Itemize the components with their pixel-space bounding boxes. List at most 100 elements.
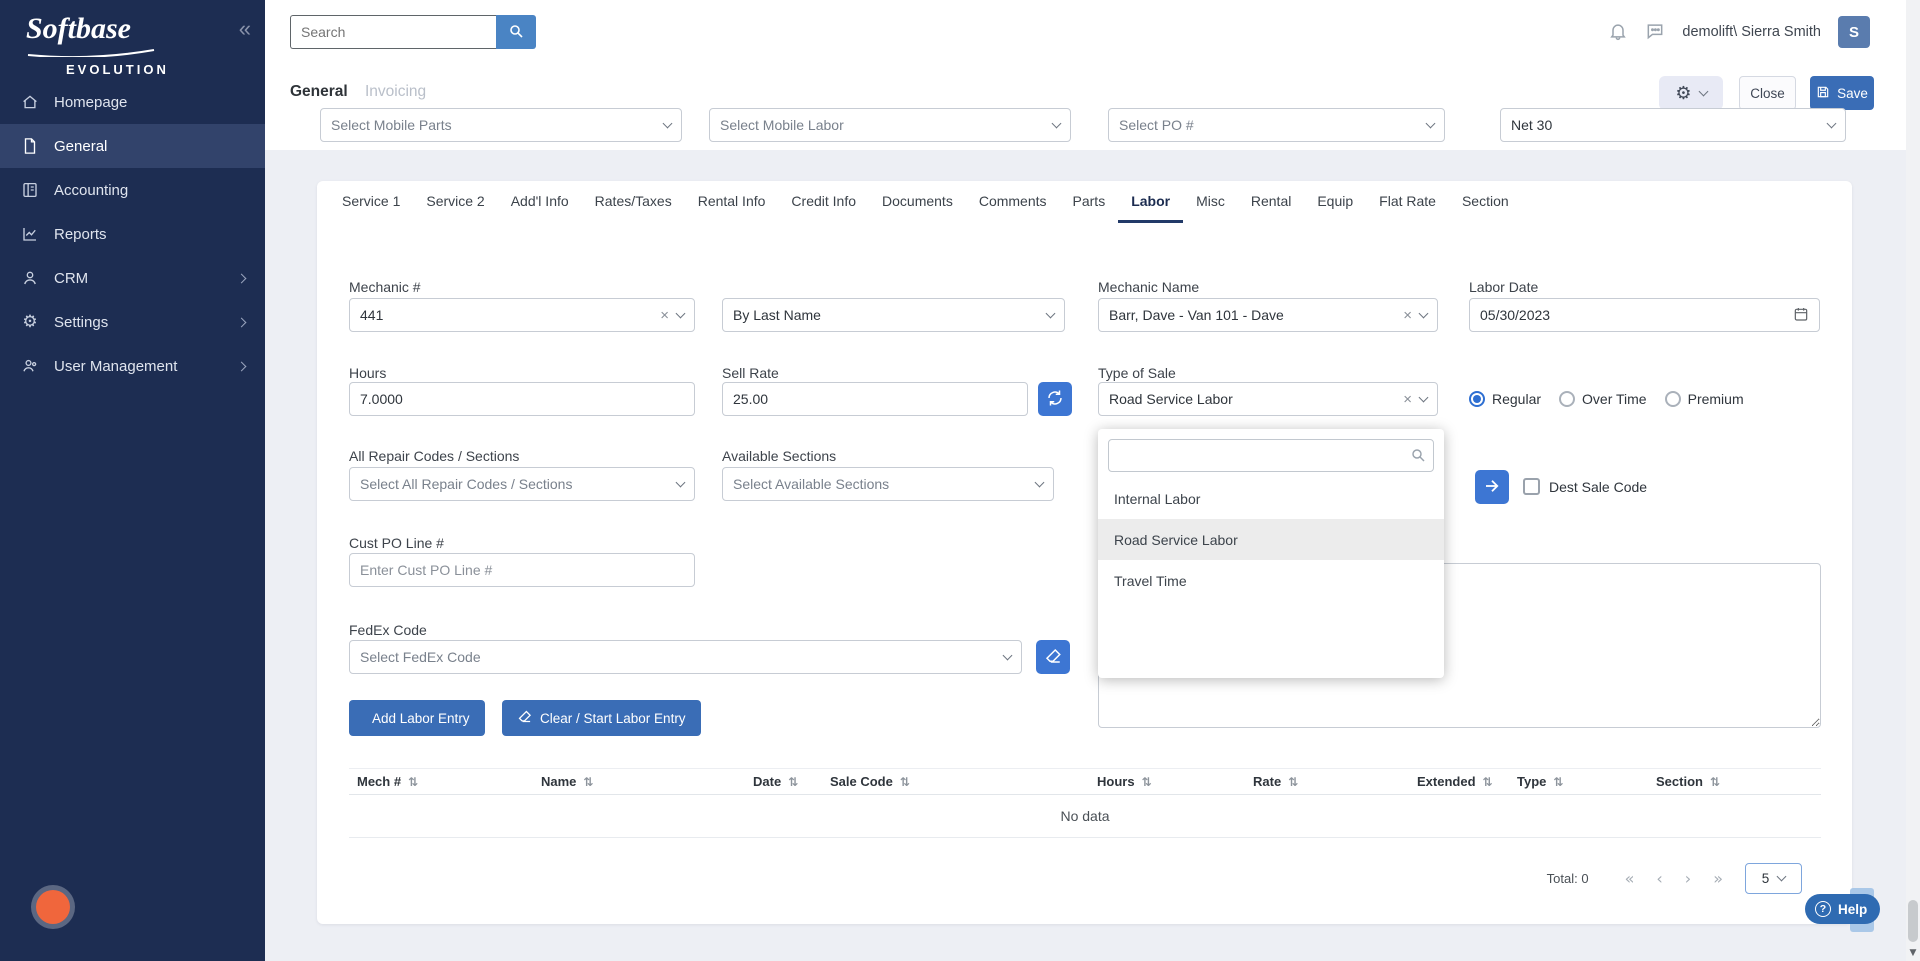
radio-icon	[1664, 391, 1681, 407]
tab-rental-info[interactable]: Rental Info	[685, 181, 779, 223]
tab-section[interactable]: Section	[1449, 181, 1522, 223]
messages-icon[interactable]	[1645, 21, 1665, 44]
fedex-code-select[interactable]: Select FedEx Code	[349, 640, 1022, 674]
module-tab-invoicing[interactable]: Invoicing	[365, 76, 426, 108]
sidebar-item-general[interactable]: General	[0, 124, 265, 168]
clear-fedex-button[interactable]	[1036, 640, 1070, 674]
tab-equip[interactable]: Equip	[1304, 181, 1366, 223]
mechanic-number-combo[interactable]: 441 ×	[349, 298, 695, 332]
option-road-service-labor[interactable]: Road Service Labor	[1098, 519, 1444, 560]
hours-input[interactable]	[349, 382, 695, 416]
pagination-first-icon[interactable]: «	[1625, 869, 1635, 888]
floating-action-button[interactable]	[36, 890, 70, 924]
option-travel-time[interactable]: Travel Time	[1098, 560, 1444, 601]
dest-sale-code-checkbox-row[interactable]: Dest Sale Code	[1523, 478, 1647, 495]
checkbox-icon[interactable]	[1523, 478, 1540, 495]
bell-icon[interactable]	[1608, 21, 1628, 44]
col-hours[interactable]: Hours ⇅	[1089, 774, 1245, 789]
col-sale-code[interactable]: Sale Code ⇅	[822, 774, 1089, 789]
pagination-prev-icon[interactable]: ‹	[1656, 869, 1662, 888]
tab-credit-info[interactable]: Credit Info	[778, 181, 869, 223]
tab-addl-info[interactable]: Add'l Info	[498, 181, 582, 223]
scrollbar-thumb[interactable]	[1908, 900, 1918, 942]
col-type[interactable]: Type ⇅	[1509, 774, 1648, 789]
radio-premium[interactable]: Premium	[1664, 391, 1744, 407]
type-of-sale-dropdown: Internal Labor Road Service Labor Travel…	[1098, 429, 1444, 678]
calendar-icon[interactable]	[1793, 306, 1809, 325]
cust-po-line-input[interactable]	[349, 553, 695, 587]
all-repair-codes-select[interactable]: Select All Repair Codes / Sections	[349, 467, 695, 501]
available-sections-select[interactable]: Select Available Sections	[722, 467, 1054, 501]
labor-date-input[interactable]: 05/30/2023	[1469, 298, 1820, 332]
mechanic-name-combo[interactable]: Barr, Dave - Van 101 - Dave ×	[1098, 298, 1438, 332]
sort-icon[interactable]: ⇅	[788, 775, 798, 789]
radio-over-time[interactable]: Over Time	[1559, 391, 1647, 407]
name-sort-select[interactable]: By Last Name	[722, 298, 1065, 332]
po-number-select[interactable]: Select PO #	[1108, 108, 1445, 142]
tab-flat-rate[interactable]: Flat Rate	[1366, 181, 1449, 223]
sort-icon[interactable]: ⇅	[1483, 775, 1493, 789]
sort-icon[interactable]: ⇅	[1288, 775, 1298, 789]
pagination-next-icon[interactable]: ›	[1685, 869, 1691, 888]
tab-documents[interactable]: Documents	[869, 181, 966, 223]
col-mech-number[interactable]: Mech # ⇅	[349, 774, 533, 789]
clear-icon[interactable]: ×	[1403, 308, 1412, 323]
terms-select[interactable]: Net 30	[1500, 108, 1846, 142]
refresh-rate-button[interactable]	[1038, 382, 1072, 416]
page-size-select[interactable]: 5	[1745, 863, 1802, 894]
sort-icon[interactable]: ⇅	[583, 775, 593, 789]
transfer-sale-code-button[interactable]	[1475, 470, 1509, 504]
available-sections-label: Available Sections	[722, 448, 837, 464]
option-internal-labor[interactable]: Internal Labor	[1098, 478, 1444, 519]
col-rate[interactable]: Rate ⇅	[1245, 774, 1409, 789]
sidebar-item-user-management[interactable]: User Management	[0, 344, 265, 388]
type-of-sale-combo[interactable]: Road Service Labor ×	[1098, 382, 1438, 416]
tab-service-1[interactable]: Service 1	[329, 181, 413, 223]
pagination-last-icon[interactable]: »	[1713, 869, 1723, 888]
radio-regular[interactable]: Regular	[1469, 391, 1541, 407]
mobile-parts-select[interactable]: Select Mobile Parts	[320, 108, 682, 142]
radio-icon	[1559, 391, 1576, 407]
module-tab-general[interactable]: General	[290, 76, 348, 108]
avatar[interactable]: S	[1838, 16, 1870, 48]
tab-labor[interactable]: Labor	[1118, 181, 1184, 223]
terms-value: Net 30	[1511, 117, 1553, 133]
sort-icon[interactable]: ⇅	[1710, 775, 1720, 789]
sidebar-item-crm[interactable]: CRM	[0, 256, 265, 300]
add-labor-entry-button[interactable]: Add Labor Entry	[349, 700, 485, 736]
tab-rates-taxes[interactable]: Rates/Taxes	[582, 181, 685, 223]
tab-parts[interactable]: Parts	[1060, 181, 1119, 223]
help-button[interactable]: ? Help	[1805, 894, 1881, 924]
scroll-down-icon[interactable]: ▼	[1906, 944, 1920, 961]
search-button[interactable]	[496, 15, 536, 49]
save-button[interactable]: Save	[1810, 76, 1874, 110]
tab-rental[interactable]: Rental	[1238, 181, 1304, 223]
tab-misc[interactable]: Misc	[1183, 181, 1238, 223]
clear-icon[interactable]: ×	[660, 308, 669, 323]
clear-icon[interactable]: ×	[1403, 392, 1412, 407]
sidebar-collapse-icon[interactable]: «	[239, 16, 251, 42]
scrollbar[interactable]: ▼	[1906, 0, 1920, 961]
sell-rate-input[interactable]	[722, 382, 1028, 416]
clear-labor-entry-button[interactable]: Clear / Start Labor Entry	[502, 700, 701, 736]
search-input[interactable]	[290, 15, 496, 49]
tab-comments[interactable]: Comments	[966, 181, 1060, 223]
sidebar-item-homepage[interactable]: Homepage	[0, 80, 265, 124]
sort-icon[interactable]: ⇅	[1142, 775, 1152, 789]
settings-dropdown-button[interactable]: ⚙	[1659, 76, 1723, 110]
sort-icon[interactable]: ⇅	[408, 775, 418, 789]
sidebar-item-accounting[interactable]: Accounting	[0, 168, 265, 212]
col-section[interactable]: Section ⇅	[1648, 774, 1821, 789]
dropdown-search-input[interactable]	[1108, 439, 1434, 472]
close-button[interactable]: Close	[1739, 76, 1796, 110]
col-date[interactable]: Date ⇅	[745, 774, 822, 789]
topbar-right: demolift\ Sierra Smith S	[1608, 16, 1920, 48]
sidebar-item-reports[interactable]: Reports	[0, 212, 265, 256]
sidebar-item-settings[interactable]: ⚙ Settings	[0, 300, 265, 344]
tab-service-2[interactable]: Service 2	[413, 181, 497, 223]
col-name[interactable]: Name ⇅	[533, 774, 745, 789]
sort-icon[interactable]: ⇅	[1553, 775, 1563, 789]
col-extended[interactable]: Extended ⇅	[1409, 774, 1509, 789]
sort-icon[interactable]: ⇅	[900, 775, 910, 789]
mobile-labor-select[interactable]: Select Mobile Labor	[709, 108, 1071, 142]
